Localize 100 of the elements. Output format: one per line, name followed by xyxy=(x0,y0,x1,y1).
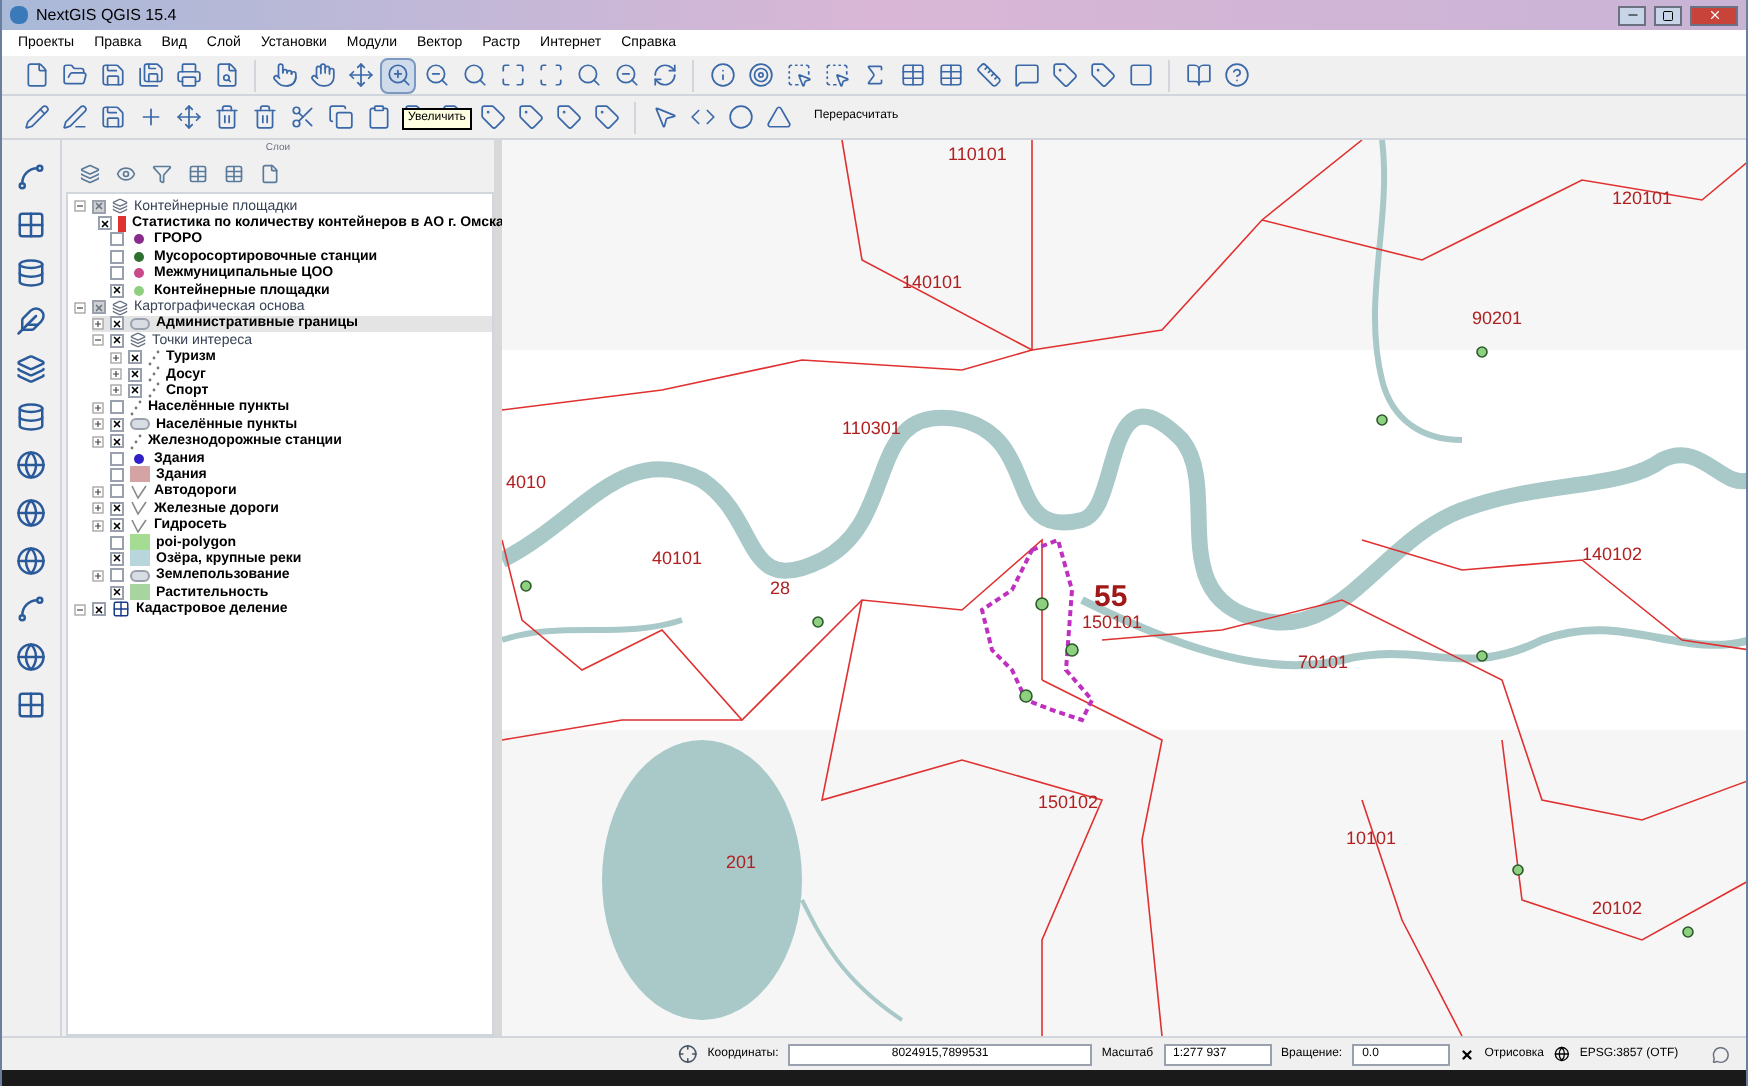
filter-button[interactable] xyxy=(150,162,174,186)
layer-checkbox[interactable] xyxy=(110,535,124,549)
collapse-icon[interactable] xyxy=(74,301,86,314)
layer-checkbox[interactable] xyxy=(110,501,124,516)
layer-checkbox[interactable] xyxy=(128,350,142,365)
save-icon xyxy=(99,62,125,88)
layer-checkbox[interactable] xyxy=(110,467,124,482)
messages-icon[interactable] xyxy=(1712,1045,1730,1063)
layer-checkbox[interactable] xyxy=(110,568,124,583)
layer-checkbox[interactable] xyxy=(98,216,112,231)
layer-checkbox[interactable] xyxy=(110,518,124,533)
expand-icon[interactable] xyxy=(92,569,104,582)
delete-icon xyxy=(213,104,239,130)
select-icon xyxy=(785,62,811,88)
zoom-out-icon xyxy=(423,62,449,88)
identify-icon xyxy=(709,62,735,88)
expand-icon[interactable] xyxy=(110,368,122,381)
zoom-full-icon xyxy=(499,62,525,88)
expand-icon[interactable] xyxy=(92,502,104,515)
map-label: 120101 xyxy=(1612,190,1673,208)
print-manager-icon xyxy=(213,62,239,88)
points-symbol xyxy=(130,399,142,416)
layer-checkbox[interactable] xyxy=(110,316,124,331)
move-icon xyxy=(347,62,373,88)
line-symbol xyxy=(130,483,148,500)
map-label: 110301 xyxy=(842,420,901,438)
layer-checkbox[interactable] xyxy=(92,602,106,617)
map-label: 90201 xyxy=(1472,310,1523,328)
map-label: 28 xyxy=(770,580,791,598)
label-icon xyxy=(517,104,543,130)
layer-checkbox[interactable] xyxy=(110,585,124,600)
map-label: 150102 xyxy=(1038,794,1099,812)
map-label: 201 xyxy=(726,854,757,872)
table-icon xyxy=(899,62,925,88)
line-symbol xyxy=(130,517,148,534)
expand-icon[interactable] xyxy=(92,435,104,448)
layer-checkbox[interactable] xyxy=(110,434,124,449)
visibility-icon xyxy=(116,164,136,184)
group-icon xyxy=(112,299,128,316)
layer-checkbox[interactable] xyxy=(110,283,124,298)
collapse-icon[interactable] xyxy=(92,334,104,347)
add-group-icon xyxy=(80,164,100,184)
expand-icon[interactable] xyxy=(110,384,122,397)
app-logo-icon xyxy=(10,6,28,24)
crs-globe-icon xyxy=(1554,1046,1570,1062)
expand-icon[interactable] xyxy=(110,351,122,364)
maximize-icon xyxy=(1662,9,1674,21)
collapse-icon[interactable] xyxy=(74,603,86,616)
tag-icon xyxy=(1051,62,1077,88)
map-label: 110101 xyxy=(948,146,1007,164)
layer-checkbox[interactable] xyxy=(110,400,124,415)
coordinate-toggle-icon[interactable] xyxy=(678,1044,698,1064)
map-label: 40101 xyxy=(652,550,703,568)
label-icon xyxy=(555,104,581,130)
layer-checkbox[interactable] xyxy=(110,484,124,499)
pointer-icon xyxy=(271,62,297,88)
pencil-icon xyxy=(61,104,87,130)
zoom-in-button[interactable] xyxy=(380,57,416,93)
map-label: 70101 xyxy=(1298,654,1349,672)
minimize-button[interactable] xyxy=(1618,5,1646,25)
zoom-in-icon xyxy=(385,62,411,88)
save-as-icon xyxy=(137,62,163,88)
refresh-icon xyxy=(651,62,677,88)
expand-icon[interactable] xyxy=(92,317,104,330)
map-label: 20102 xyxy=(1592,900,1643,918)
trash-icon xyxy=(251,104,277,130)
feather-icon xyxy=(16,305,46,335)
expand-icon[interactable] xyxy=(92,401,104,414)
layer-checkbox[interactable] xyxy=(110,249,124,264)
database-icon xyxy=(16,257,46,287)
layer-checkbox[interactable] xyxy=(110,451,124,466)
layer-checkbox[interactable] xyxy=(128,383,142,398)
layers-icon xyxy=(16,353,46,383)
expand-icon[interactable] xyxy=(92,485,104,498)
map-label: 150101 xyxy=(1082,614,1143,632)
help-pointer-icon xyxy=(1223,62,1249,88)
polygon-symbol xyxy=(130,317,150,330)
visibility-button[interactable] xyxy=(114,162,138,186)
line-symbol xyxy=(130,500,148,517)
cursor-icon xyxy=(651,104,677,130)
filter-icon xyxy=(152,164,172,184)
expand-icon[interactable] xyxy=(92,519,104,532)
maximize-button[interactable] xyxy=(1654,5,1682,25)
raster-icon xyxy=(112,600,130,619)
layer-checkbox[interactable] xyxy=(110,333,124,348)
group-icon xyxy=(112,198,128,215)
layer-checkbox[interactable] xyxy=(110,551,124,566)
layer-checkbox[interactable] xyxy=(110,266,124,281)
collapse-icon[interactable] xyxy=(74,200,86,213)
map-label: 55 xyxy=(1094,582,1128,612)
layer-checkbox[interactable] xyxy=(110,417,124,432)
layer-checkbox[interactable] xyxy=(128,367,142,382)
expand-icon[interactable] xyxy=(92,418,104,431)
folder-icon xyxy=(61,62,87,88)
layer-checkbox[interactable] xyxy=(110,232,124,247)
points-symbol xyxy=(130,433,142,450)
add-group-button[interactable] xyxy=(78,162,102,186)
render-checkbox[interactable] xyxy=(1460,1047,1475,1061)
triangle-icon xyxy=(765,104,791,130)
ruler-icon xyxy=(975,62,1001,88)
